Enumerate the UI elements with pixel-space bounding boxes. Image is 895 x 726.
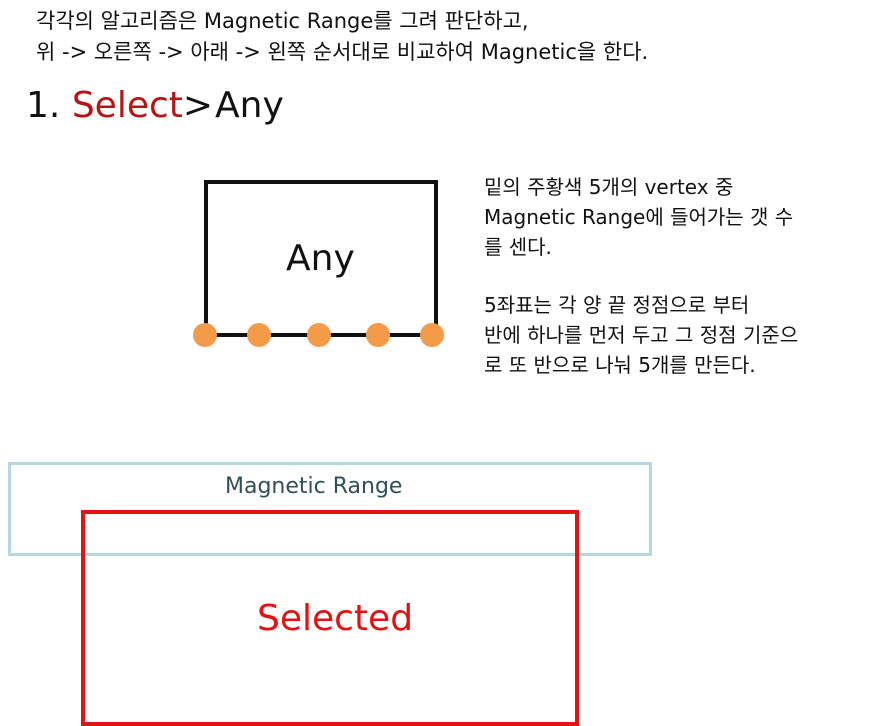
- vertex-dot: [420, 323, 444, 347]
- description-line: 반에 하나를 먼저 두고 그 정점 기준으: [484, 323, 799, 347]
- description-line: 를 센다.: [484, 235, 552, 259]
- intro-line-2: 위 -> 오른쪽 -> 아래 -> 왼쪽 순서대로 비교하여 Magnetic을…: [36, 40, 649, 64]
- section-heading: 1. Select>Any: [26, 82, 284, 130]
- description-line: Magnetic Range에 들어가는 갯 수: [484, 205, 794, 229]
- heading-select: Select: [71, 85, 183, 126]
- any-box-label: Any: [286, 238, 355, 279]
- description-line: 밑의 주황색 5개의 vertex 중: [484, 175, 734, 199]
- heading-target: Any: [215, 85, 284, 126]
- heading-number: 1.: [26, 85, 61, 126]
- intro-text: 각각의 알고리즘은 Magnetic Range를 그려 판단하고, 위 -> …: [36, 6, 648, 68]
- vertex-dot: [193, 323, 217, 347]
- vertex-dot: [366, 323, 390, 347]
- description-line: 5좌표는 각 양 끝 정점으로 부터: [484, 293, 750, 317]
- description-paragraph-2: 5좌표는 각 양 끝 정점으로 부터 반에 하나를 먼저 두고 그 정점 기준으…: [484, 290, 798, 380]
- description-line: 로 또 반으로 나눠 5개를 만든다.: [484, 353, 756, 377]
- chevron-right-icon: >: [182, 85, 214, 126]
- description-paragraph-1: 밑의 주황색 5개의 vertex 중 Magnetic Range에 들어가는…: [484, 172, 793, 262]
- magnetic-range-label: Magnetic Range: [225, 474, 403, 499]
- selected-label: Selected: [257, 598, 414, 639]
- vertex-dot: [247, 323, 271, 347]
- intro-line-1: 각각의 알고리즘은 Magnetic Range를 그려 판단하고,: [36, 9, 529, 33]
- vertex-dot: [307, 323, 331, 347]
